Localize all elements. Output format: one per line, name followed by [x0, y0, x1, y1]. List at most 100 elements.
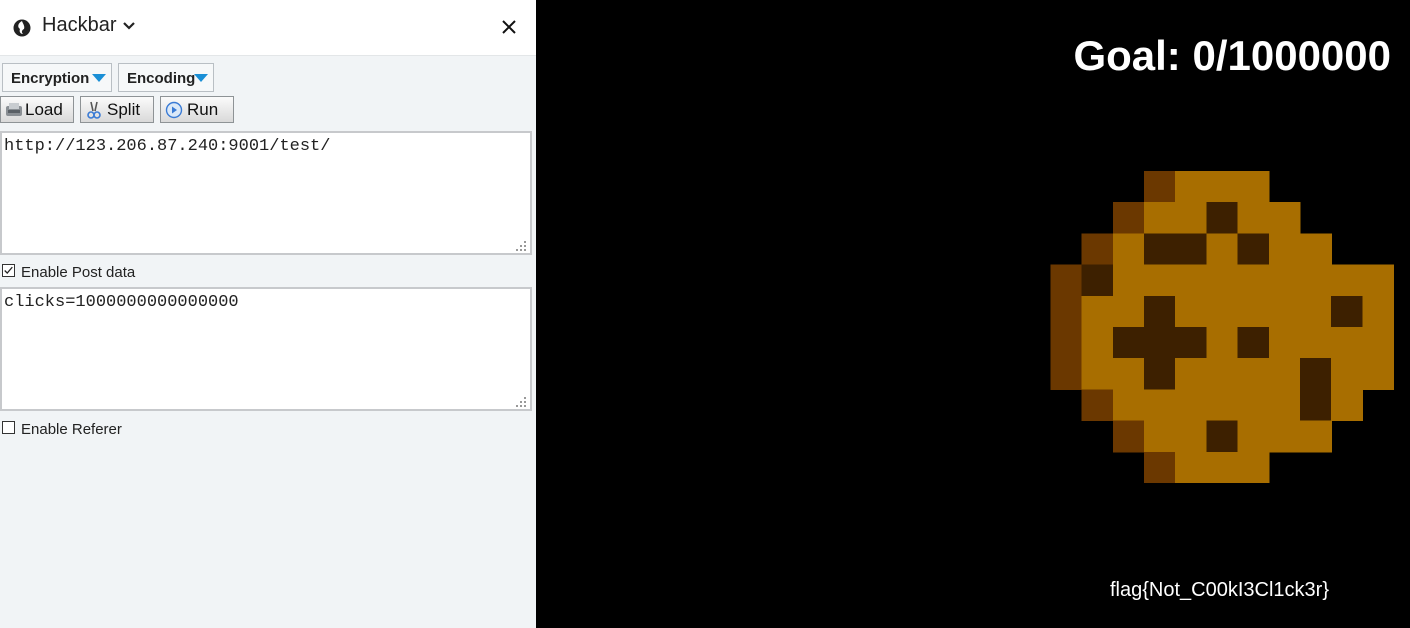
enable-referer-checkbox[interactable] [2, 421, 15, 434]
hackbar-panel: Hackbar Encryption Encoding Load Split R… [0, 0, 536, 628]
cookie-chip-pixel [1206, 420, 1239, 453]
cookie-chip-pixel [1175, 327, 1208, 359]
flag-text: flag{Not_C00kI3Cl1ck3r} [1110, 579, 1330, 601]
goal-counter: Goal: 0/1000000 [1073, 32, 1391, 79]
cookie-pixel [1081, 389, 1114, 422]
cookie-button[interactable] [1050, 171, 1394, 483]
cookie-pixel [1144, 264, 1176, 297]
cookie-pixel [1144, 451, 1176, 483]
cookie-pixel [1112, 264, 1145, 297]
run-label: Run [187, 100, 219, 119]
cookie-pixel [1268, 264, 1301, 297]
cookie-pixel [1268, 233, 1301, 266]
cookie-pixel [1206, 327, 1239, 359]
cookie-pixel [1206, 358, 1239, 391]
cookie-pixel [1175, 451, 1208, 483]
cookie-chip-pixel [1175, 233, 1208, 266]
resize-grip-icon[interactable] [515, 396, 527, 408]
cookie-pixel [1050, 358, 1083, 391]
cookie-pixel [1050, 264, 1083, 297]
cookie-pixel [1112, 202, 1145, 235]
cookie-pixel [1237, 451, 1270, 483]
cookie-pixel [1331, 264, 1364, 297]
cookie-pixel [1362, 264, 1394, 297]
load-label: Load [25, 100, 63, 119]
cookie-pixel [1268, 420, 1301, 453]
encoding-menu[interactable]: Encoding [118, 63, 214, 92]
cookie-pixel [1268, 202, 1301, 235]
url-input[interactable] [0, 131, 532, 255]
cookie-pixel [1175, 389, 1208, 422]
cookie-pixel [1268, 327, 1301, 359]
cookie-pixel [1300, 420, 1332, 453]
cookie-pixel [1300, 295, 1332, 328]
cookie-pixel [1268, 358, 1301, 391]
encryption-menu[interactable]: Encryption [2, 63, 112, 92]
cookie-pixel [1050, 327, 1083, 359]
cookie-chip-pixel [1237, 327, 1270, 359]
cookie-pixel [1237, 202, 1270, 235]
cookie-pixel [1268, 389, 1301, 422]
dropdown-arrow-icon [194, 74, 208, 82]
cookie-pixel [1331, 327, 1364, 359]
post-data-input[interactable] [0, 287, 532, 411]
cookie-chip-pixel [1081, 264, 1114, 297]
enable-post-checkbox[interactable] [2, 264, 15, 277]
split-url-button[interactable]: Split [80, 96, 154, 123]
close-icon[interactable] [500, 18, 518, 36]
cookie-pixel [1112, 233, 1145, 266]
chevron-down-icon[interactable] [122, 20, 136, 32]
cookie-pixel [1206, 171, 1239, 203]
cookie-pixel [1362, 327, 1394, 359]
cookie-chip-pixel [1206, 202, 1239, 235]
cookie-pixel [1331, 358, 1364, 391]
cookie-chip-pixel [1144, 327, 1176, 359]
cookie-chip-pixel [1144, 358, 1176, 391]
cookie-pixel [1237, 358, 1270, 391]
cookie-pixel [1362, 358, 1394, 391]
cookie-pixel [1144, 420, 1176, 453]
cookie-chip-pixel [1300, 389, 1332, 422]
cookie-pixel [1206, 295, 1239, 328]
encryption-menu-label: Encryption [11, 70, 90, 87]
enable-post-label[interactable]: Enable Post data [21, 264, 135, 281]
cookie-pixel [1237, 389, 1270, 422]
cookie-pixel [1112, 389, 1145, 422]
load-icon [6, 103, 22, 116]
run-button[interactable]: Run [160, 96, 234, 123]
load-url-button[interactable]: Load [0, 96, 74, 123]
resize-grip-icon[interactable] [515, 240, 527, 252]
cookie-pixel [1206, 451, 1239, 483]
cookie-pixel [1081, 327, 1114, 359]
cookie-pixel [1237, 420, 1270, 453]
cookie-chip-pixel [1300, 358, 1332, 391]
cookie-chip-pixel [1112, 327, 1145, 359]
cookie-pixel [1206, 233, 1239, 266]
checkmark-icon [4, 266, 13, 274]
cookie-pixel [1175, 295, 1208, 328]
cookie-pixel [1081, 358, 1114, 391]
cookie-pixel [1144, 389, 1176, 422]
cookie-pixel [1300, 264, 1332, 297]
dropdown-arrow-icon [92, 74, 106, 82]
cookie-pixel [1081, 233, 1114, 266]
cookie-pixel [1175, 171, 1208, 203]
hackbar-title[interactable]: Hackbar [42, 14, 116, 37]
cookie-pixel [1144, 171, 1176, 203]
hackbar-header: Hackbar [0, 0, 536, 56]
cookie-pixel [1112, 358, 1145, 391]
cookie-pixel [1300, 233, 1332, 266]
encoding-menu-label: Encoding [127, 70, 196, 87]
cookie-pixel [1112, 420, 1145, 453]
firefox-logo-icon [13, 19, 31, 37]
cookie-pixel [1268, 295, 1301, 328]
cookie-chip-pixel [1331, 295, 1364, 328]
game-area: Goal: 0/1000000 flag{Not_C00kI3Cl1ck3r} [536, 0, 1410, 628]
cookie-pixel [1206, 264, 1239, 297]
cookie-pixel [1175, 358, 1208, 391]
cookie-pixel [1237, 264, 1270, 297]
enable-referer-label[interactable]: Enable Referer [21, 421, 122, 438]
cookie-pixel [1050, 295, 1083, 328]
cookie-pixel [1237, 171, 1270, 203]
cookie-chip-pixel [1144, 295, 1176, 328]
